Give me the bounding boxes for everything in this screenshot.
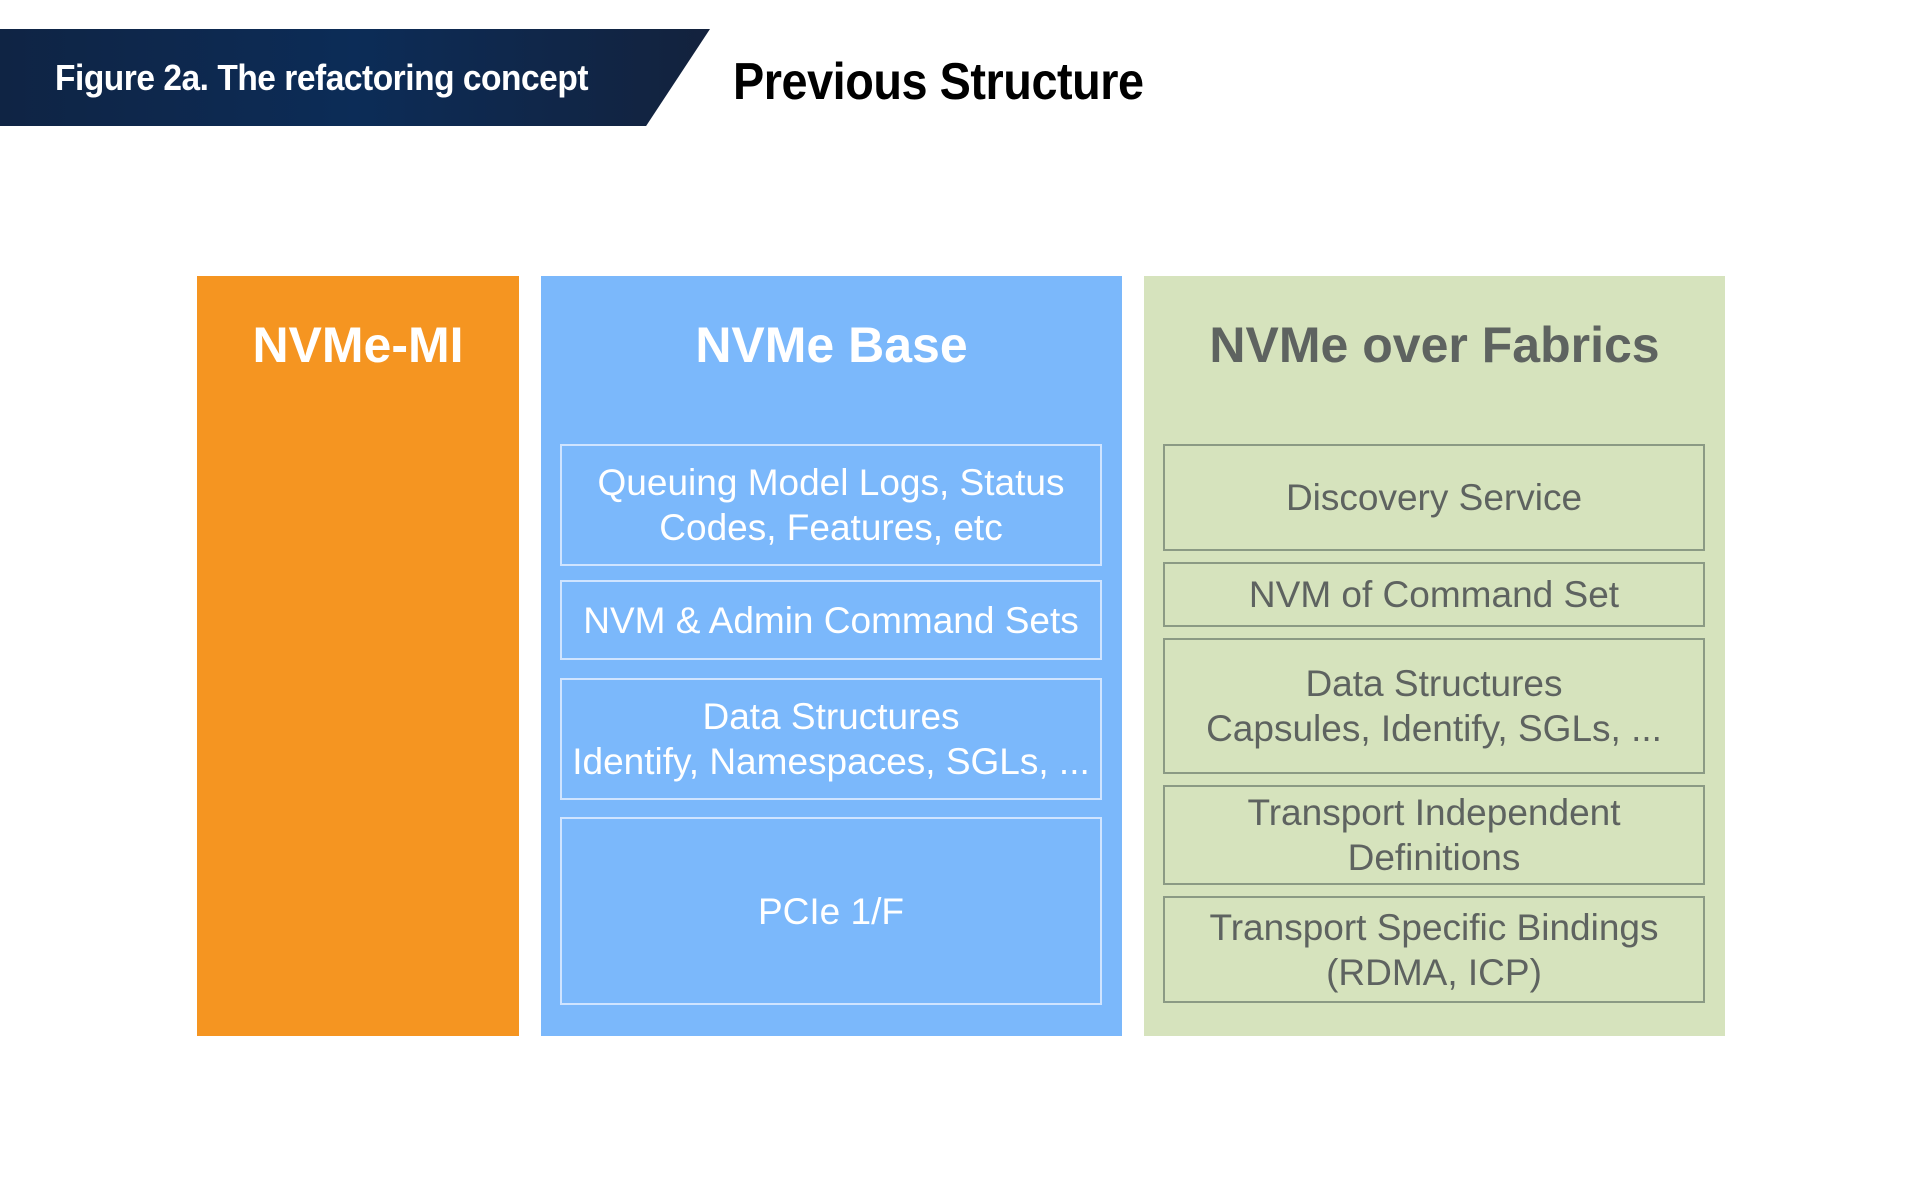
column-title-nvme-base: NVMe Base [695, 317, 968, 373]
base-box-command-sets: NVM & Admin Command Sets [560, 580, 1102, 660]
column-title-nvme-over-fabrics: NVMe over Fabrics [1209, 317, 1660, 373]
base-box-data-structures: Data Structures Identify, Namespaces, SG… [560, 678, 1102, 800]
fabrics-box-discovery-service: Discovery Service [1163, 444, 1705, 551]
base-box-pcie: PCIe 1/F [560, 817, 1102, 1005]
fabrics-box-transport-specific: Transport Specific Bindings (RDMA, ICP) [1163, 896, 1705, 1003]
fabrics-box-command-set: NVM of Command Set [1163, 562, 1705, 627]
figure-caption: Figure 2a. The refactoring concept [55, 57, 589, 98]
base-box-queuing-model: Queuing Model Logs, Status Codes, Featur… [560, 444, 1102, 566]
column-nvme-over-fabrics: NVMe over Fabrics Discovery Service NVM … [1144, 276, 1725, 1036]
page-title: Previous Structure [733, 53, 1144, 111]
figure-banner: Figure 2a. The refactoring concept [0, 29, 710, 126]
column-nvme-base: NVMe Base Queuing Model Logs, Status Cod… [541, 276, 1122, 1036]
fabrics-box-transport-independent: Transport Independent Definitions [1163, 785, 1705, 885]
fabrics-box-data-structures: Data Structures Capsules, Identify, SGLs… [1163, 638, 1705, 774]
column-nvme-mi: NVMe-MI [197, 276, 519, 1036]
column-title-nvme-mi: NVMe-MI [252, 317, 464, 373]
